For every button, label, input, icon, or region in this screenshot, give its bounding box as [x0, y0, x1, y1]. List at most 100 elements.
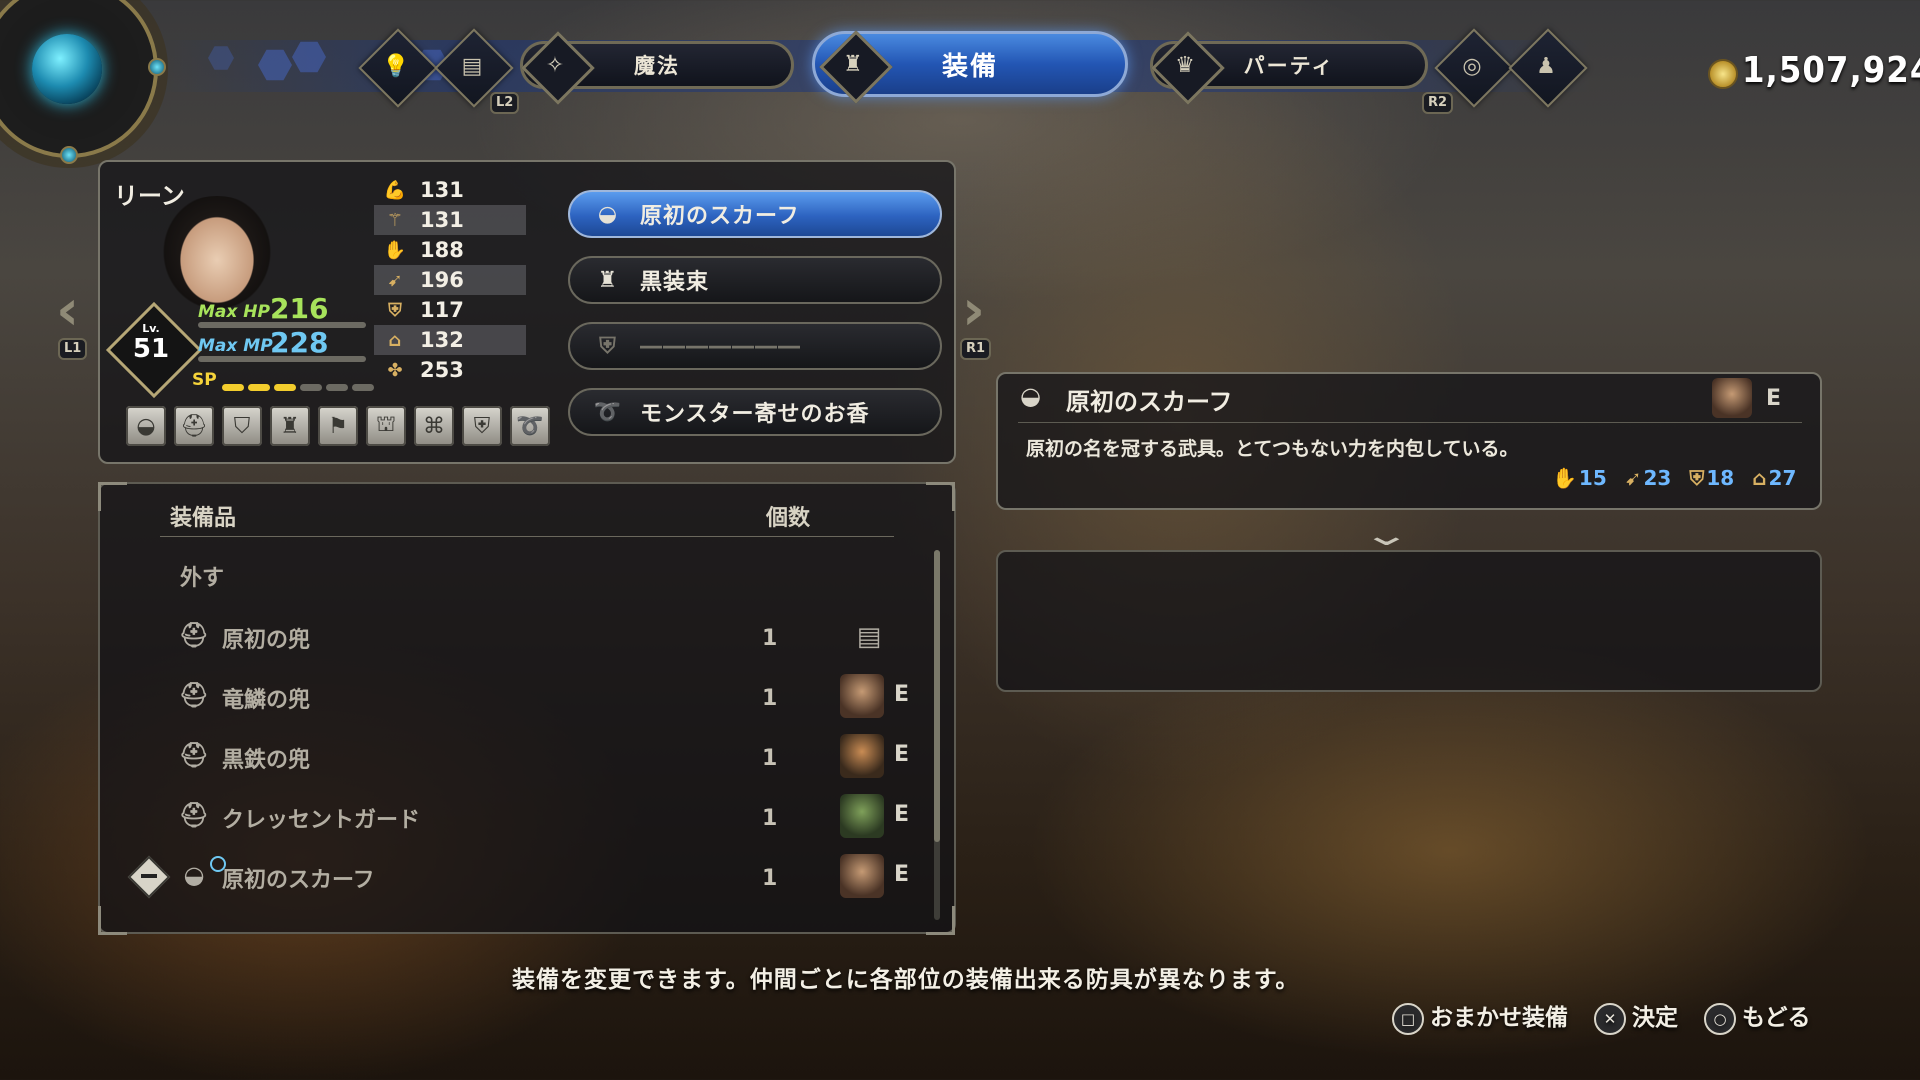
shield-icon: ⛨	[599, 333, 617, 359]
magic-staff-icon: ⚚	[386, 209, 404, 231]
hint-confirm[interactable]: ✕ 決定	[1594, 998, 1678, 1035]
helm-icon[interactable]: ⛑	[174, 406, 214, 446]
lightbulb-icon: 💡	[382, 53, 410, 79]
hint-label: おまかせ装備	[1430, 1005, 1568, 1031]
header-divider	[160, 536, 894, 537]
equipped-mark: E	[894, 862, 910, 887]
equipped-slot-3[interactable]: ⛨ ―――――――	[568, 322, 942, 370]
stat-value: 131	[420, 178, 464, 202]
max-hp-label: Max HP	[198, 302, 270, 322]
sp-pip	[274, 384, 296, 391]
hat-icon: ⌂	[388, 329, 402, 351]
r2-trigger-label: R2	[1422, 92, 1454, 114]
bonus-value: 15	[1578, 466, 1607, 490]
equipped-slot-label: ―――――――	[640, 333, 801, 359]
heavy-armor-icon[interactable]: ⛫	[366, 406, 406, 446]
list-item[interactable]: ⛑ 原初の兜 1	[178, 608, 818, 668]
equipped-slot-2[interactable]: ♜ 黒装束	[568, 256, 942, 304]
panel-corner-ornament	[98, 482, 127, 511]
max-mp-value: 228	[270, 326, 329, 359]
luck-icon: ✤	[387, 359, 403, 381]
armor-icon[interactable]: ♜	[270, 406, 310, 446]
next-character-arrow[interactable]: ›	[962, 278, 985, 343]
scarf-icon: ◒	[1020, 382, 1041, 410]
hint-label: もどる	[1742, 1005, 1811, 1031]
magic-icon: ✧	[545, 52, 565, 78]
scarf-icon: ◒	[183, 861, 205, 889]
bonus-stat: ✋ 15	[1552, 466, 1607, 490]
list-item[interactable]: ⛑ 竜鱗の兜 1	[178, 668, 818, 728]
list-item[interactable]: ⛑ クレッセントガード 1	[178, 788, 818, 848]
owner-portrait	[840, 854, 884, 898]
helm-icon: ⛑	[178, 681, 210, 709]
l2-trigger-label: L2	[490, 92, 520, 114]
item-name: 原初のスカーフ	[222, 868, 375, 893]
panel-corner-ornament	[926, 906, 955, 935]
owner-portrait	[840, 734, 884, 778]
shield-icon[interactable]: ⛨	[462, 406, 502, 446]
stat-row: ⌂ 132	[374, 325, 526, 355]
robe-icon[interactable]: ⌘	[414, 406, 454, 446]
item-qty: 1	[762, 805, 778, 831]
equipped-slot-1[interactable]: ◒ 原初のスカーフ	[568, 190, 942, 238]
accessory-icon[interactable]: ➰	[510, 406, 550, 446]
detail-bonuses: ✋ 15 ➹ 23 ⛨ 18 ⌂ 27	[1552, 466, 1796, 490]
helm-wing-icon[interactable]: ⛉	[222, 406, 262, 446]
expand-chevron-icon[interactable]: ⌄	[1361, 518, 1411, 553]
equipped-slot-4[interactable]: ➰ モンスター寄せのお香	[568, 388, 942, 436]
r1-trigger-label: R1	[960, 338, 992, 360]
item-qty: 1	[762, 625, 778, 651]
scrollbar-thumb[interactable]	[934, 550, 940, 842]
list-item[interactable]: ◒ 原初のスカーフ 1	[178, 848, 818, 908]
unequip-row[interactable]: 外す	[180, 546, 224, 606]
equipped-slot-label: モンスター寄せのお香	[640, 402, 870, 427]
menu-orb-icon	[32, 34, 102, 104]
gold-coin-icon	[1708, 59, 1738, 89]
chess-piece-icon: ♟	[1536, 53, 1556, 79]
equipment-slot-icons: ◒ ⛑ ⛉ ♜ ⚑ ⛫ ⌘ ⛨ ➰	[126, 406, 550, 446]
bonus-value: 23	[1643, 466, 1672, 490]
stat-value: 131	[420, 208, 464, 232]
sp-pip	[222, 384, 244, 391]
square-button-icon: □	[1392, 1002, 1424, 1035]
cape-icon[interactable]: ⚑	[318, 406, 358, 446]
level-value: 51	[132, 334, 170, 364]
sp-gauge	[222, 376, 378, 395]
helm-icon: ⛑	[178, 621, 210, 649]
item-qty: 1	[762, 685, 778, 711]
cross-button-icon: ✕	[1594, 1002, 1626, 1035]
helm-icon: ⛑	[178, 741, 210, 769]
hint-back[interactable]: ○ もどる	[1704, 998, 1811, 1035]
sp-pip	[248, 384, 270, 391]
item-qty: 1	[762, 745, 778, 771]
detail-description: 原初の名を冠する武具。とてつもない力を内包している。	[1026, 438, 1519, 460]
character-name: リーン	[114, 182, 185, 210]
bonus-value: 27	[1768, 466, 1797, 490]
prev-character-arrow[interactable]: ‹	[56, 278, 79, 343]
item-name: 黒鉄の兜	[222, 748, 311, 773]
gold-amount: 1,507,924	[1742, 50, 1920, 91]
bonus-stat: ⛨ 18	[1689, 466, 1734, 490]
sp-pip	[300, 384, 322, 391]
circle-button-icon: ○	[1704, 1002, 1736, 1035]
hint-auto-equip[interactable]: □ おまかせ装備	[1392, 998, 1568, 1035]
scarf-icon[interactable]: ◒	[126, 406, 166, 446]
orb-gem-icon	[60, 146, 78, 164]
tab-magic-label: 魔法	[634, 54, 680, 78]
party-icon: ♛	[1175, 52, 1195, 78]
search-icon: ◎	[1462, 53, 1482, 79]
stat-value: 117	[420, 298, 464, 322]
stat-row: ⛨ 117	[374, 295, 526, 325]
minus-icon	[141, 874, 157, 878]
sp-label: SP	[192, 370, 217, 390]
shield-icon: ⛨	[1689, 466, 1705, 490]
bag-icon: ▤	[461, 53, 483, 79]
list-item[interactable]: ⛑ 黒鉄の兜 1	[178, 728, 818, 788]
item-list: ⛑ 原初の兜 1 ⛑ 竜鱗の兜 1 ⛑ 黒鉄の兜 1 ⛑ クレッセントガード 1…	[178, 608, 818, 908]
tab-equipment-label: 装備	[941, 51, 998, 82]
stat-row: ✤ 253	[374, 355, 526, 385]
owner-portrait	[1712, 378, 1752, 418]
item-name: クレッセントガード	[222, 808, 421, 833]
bonus-value: 18	[1706, 466, 1735, 490]
armor-icon: ♜	[597, 267, 619, 293]
